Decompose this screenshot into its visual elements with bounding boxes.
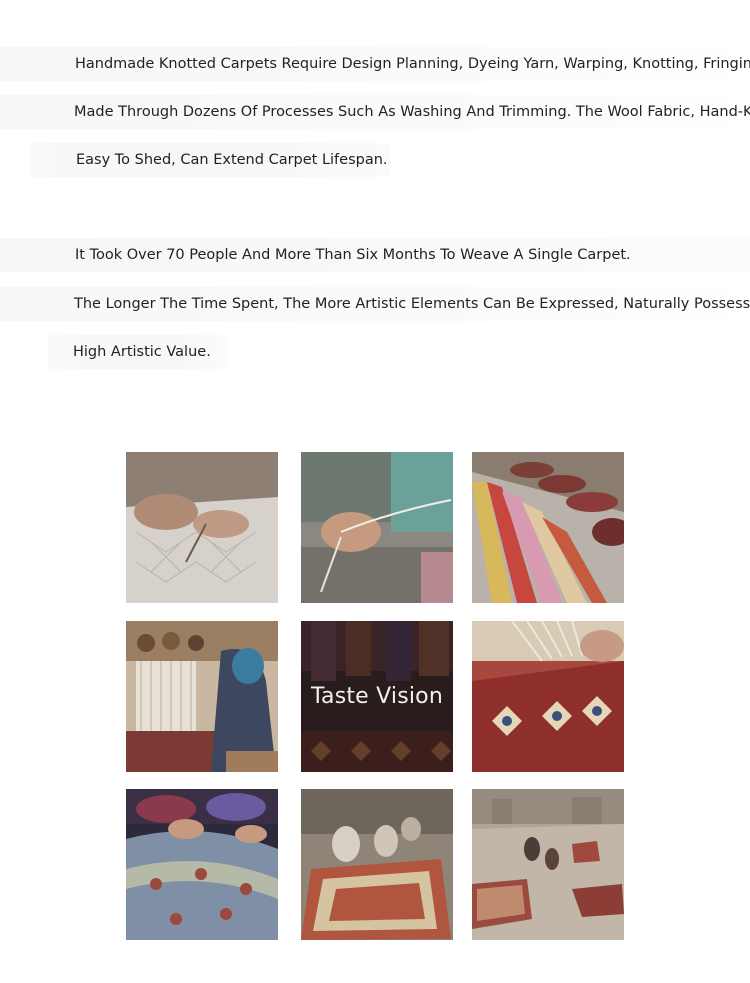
hands-knotting-rug-fringe-photo[interactable]	[472, 621, 624, 772]
carpets-drying-outdoors-photo[interactable]	[472, 789, 624, 940]
dyed-yarn-skeins-image	[472, 452, 624, 603]
workers-washing-carpet-photo[interactable]	[301, 789, 453, 940]
dyed-yarn-skeins-photo[interactable]	[472, 452, 624, 603]
woman-weaving-at-loom-image	[126, 621, 278, 772]
text-line: Handmade Knotted Carpets Require Design …	[0, 47, 750, 81]
hand-knotting-thread-photo[interactable]	[301, 452, 453, 603]
text-line: It Took Over 70 People And More Than Six…	[0, 238, 750, 272]
hands-knotting-rug-fringe-image	[472, 621, 624, 772]
text-line: Easy To Shed, Can Extend Carpet Lifespan…	[30, 143, 390, 177]
taste-vision-tile[interactable]: Taste Vision	[301, 621, 453, 772]
text-line: High Artistic Value.	[48, 335, 228, 369]
carpets-drying-outdoors-image	[472, 789, 624, 940]
rolled-carpets-image	[126, 789, 278, 940]
hand-knotting-thread-image	[301, 452, 453, 603]
text-line: The Longer The Time Spent, The More Arti…	[0, 287, 750, 321]
hands-drawing-pattern-image	[126, 452, 278, 603]
text-line: Made Through Dozens Of Processes Such As…	[0, 95, 750, 129]
woman-weaving-at-loom-photo[interactable]	[126, 621, 278, 772]
rolled-carpets-photo[interactable]	[126, 789, 278, 940]
taste-vision-label: Taste Vision	[301, 621, 453, 772]
workers-washing-carpet-image	[301, 789, 453, 940]
hands-drawing-pattern-photo[interactable]	[126, 452, 278, 603]
